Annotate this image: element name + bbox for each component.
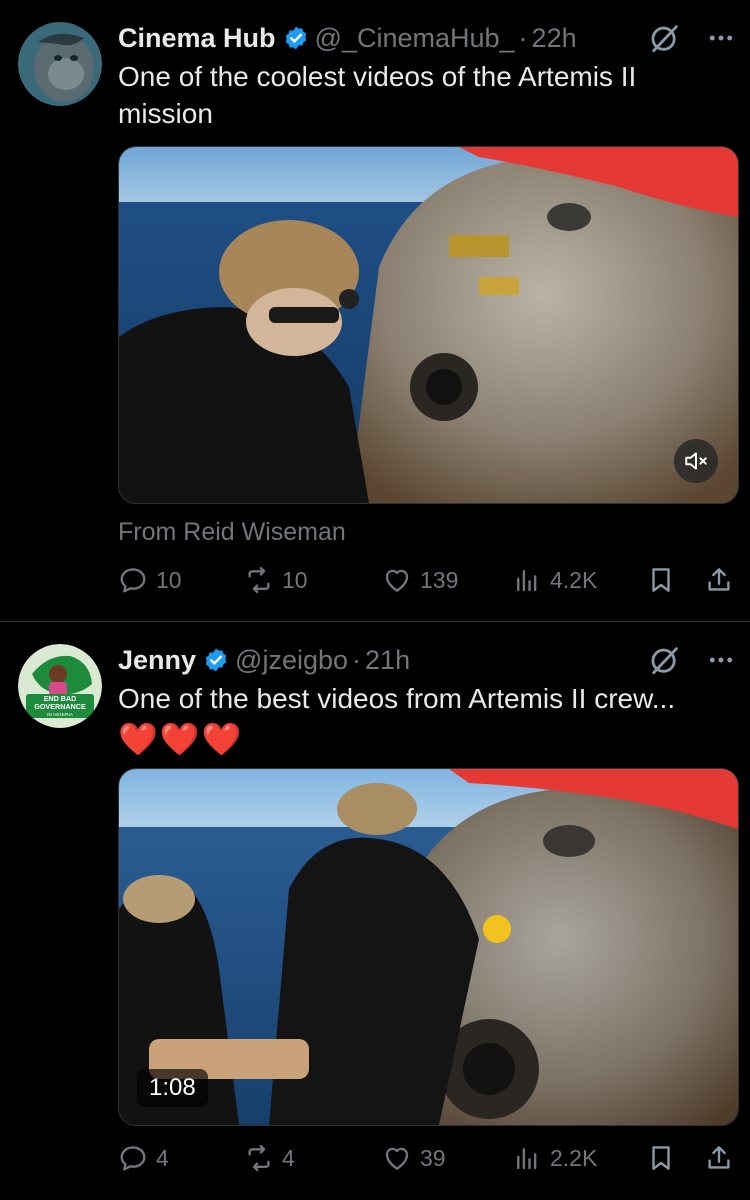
like-icon (385, 1147, 409, 1170)
verified-badge-icon (285, 26, 306, 50)
grok-icon[interactable] (648, 643, 682, 677)
video-duration: 1:08 (137, 1069, 208, 1107)
mute-button[interactable] (674, 439, 718, 483)
ape-avatar-icon (18, 22, 102, 106)
repost-count: 4 (282, 1144, 295, 1171)
like-button[interactable]: 139 (382, 565, 512, 595)
repost-icon (248, 566, 270, 594)
author-name[interactable]: Cinema Hub (118, 23, 276, 54)
video-thumbnail (119, 769, 738, 1125)
repost-count: 10 (282, 566, 308, 593)
share-button[interactable] (704, 565, 734, 595)
share-icon (708, 568, 730, 591)
avatar-text-line2: GOVERNANCE (34, 702, 86, 711)
like-icon (385, 569, 409, 592)
bookmark-icon (652, 1146, 670, 1170)
heart-emojis: ❤️❤️❤️ (118, 721, 244, 757)
separator-dot: · (352, 644, 362, 675)
author-handle[interactable]: @jzeigbo (235, 645, 348, 676)
bookmark-button[interactable] (646, 565, 676, 595)
reply-count: 10 (156, 566, 182, 593)
post-header: Jenny @jzeigbo · 21h (118, 640, 736, 680)
media-source[interactable]: From Reid Wiseman (118, 518, 346, 547)
video-player[interactable]: 1:08 (118, 768, 739, 1126)
post-cinema-hub[interactable]: Cinema Hub @_CinemaHub_ · 22h One of the… (0, 0, 750, 622)
like-button[interactable]: 39 (382, 1143, 512, 1173)
views-button[interactable]: 4.2K (512, 565, 632, 595)
post-time[interactable]: 22h (532, 23, 577, 54)
share-icon (708, 1146, 730, 1169)
like-count: 139 (420, 566, 459, 593)
post-text: One of the best videos from Artemis II c… (118, 683, 676, 714)
repost-button[interactable]: 10 (244, 565, 382, 595)
view-count: 4.2K (550, 566, 598, 593)
mute-icon (685, 452, 707, 470)
post-text: One of the coolest videos of the Artemis… (118, 61, 637, 129)
view-count: 2.2K (550, 1144, 598, 1171)
reply-icon (120, 568, 146, 593)
end-bad-governance-avatar-icon: END BAD GOVERNANCE IN NIGERIA (18, 644, 102, 728)
author-name[interactable]: Jenny (118, 645, 196, 676)
reply-icon (120, 1146, 146, 1171)
avatar[interactable] (18, 22, 102, 106)
like-count: 39 (420, 1144, 446, 1171)
video-player[interactable] (118, 146, 739, 504)
action-bar: 4 4 39 2.2K (118, 1138, 734, 1178)
reply-button[interactable]: 4 (118, 1143, 244, 1173)
reply-button[interactable]: 10 (118, 565, 244, 595)
verified-badge-icon (205, 648, 227, 672)
views-button[interactable]: 2.2K (512, 1143, 632, 1173)
post-header: Cinema Hub @_CinemaHub_ · 22h (118, 18, 736, 58)
action-bar: 10 10 139 4.2K (118, 560, 734, 600)
bookmark-icon (652, 568, 670, 592)
views-icon (517, 1148, 537, 1170)
video-thumbnail (119, 147, 738, 503)
author-handle[interactable]: @_CinemaHub_ (315, 23, 515, 54)
repost-button[interactable]: 4 (244, 1143, 382, 1173)
more-icon[interactable] (706, 23, 736, 53)
more-icon[interactable] (706, 645, 736, 675)
share-button[interactable] (704, 1143, 734, 1173)
reply-count: 4 (156, 1144, 169, 1171)
grok-icon[interactable] (648, 21, 682, 55)
separator-dot: · (518, 22, 528, 53)
avatar-text-line3: IN NIGERIA (47, 712, 74, 718)
avatar[interactable]: END BAD GOVERNANCE IN NIGERIA (18, 644, 102, 728)
repost-icon (248, 1144, 270, 1172)
post-time[interactable]: 21h (365, 645, 410, 676)
views-icon (517, 570, 537, 592)
bookmark-button[interactable] (646, 1143, 676, 1173)
post-jenny[interactable]: END BAD GOVERNANCE IN NIGERIA Jenny @jze… (0, 622, 750, 1200)
